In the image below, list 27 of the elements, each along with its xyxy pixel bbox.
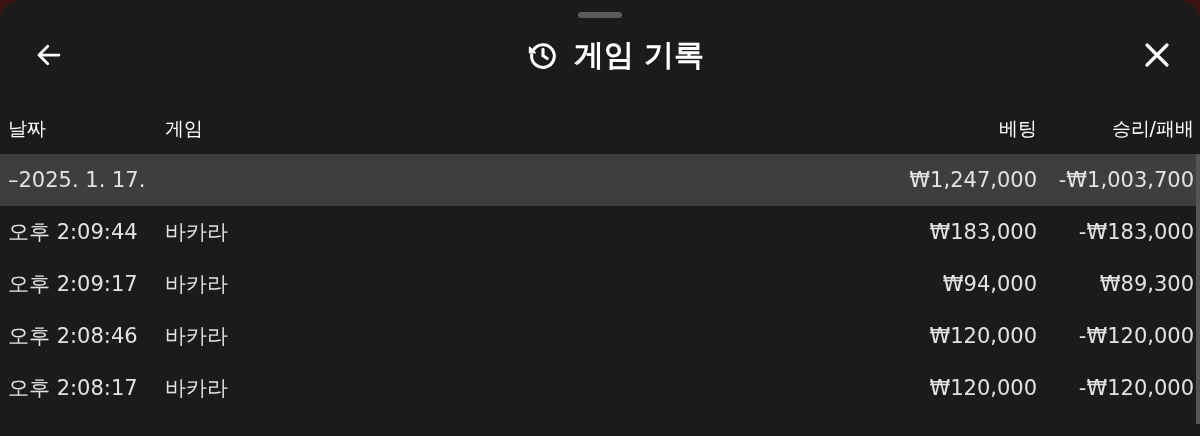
table-cell-text: ₩120,000 [928, 324, 1037, 348]
group-result-total: -₩1,003,700 [1057, 168, 1195, 192]
table-cell-text: 오후 2:08:17 [7, 375, 139, 402]
table-cell-text: -₩120,000 [1077, 376, 1195, 400]
window-title: 게임 기록 [573, 35, 705, 74]
table-cell-text: 오후 2:09:44 [7, 219, 139, 246]
table-cell-text: ₩89,300 [1098, 272, 1195, 296]
table-cell-text: 바카라 [165, 271, 229, 298]
column-header: 베팅 [998, 116, 1037, 141]
table-cell-text: ₩94,000 [941, 272, 1037, 296]
table-cell-text: -₩120,000 [1077, 324, 1195, 348]
group-date: –2025. 1. 17. [7, 168, 147, 192]
scrollbar[interactable] [1196, 154, 1200, 424]
drag-handle[interactable] [578, 12, 622, 18]
column-header: 게임 [165, 116, 204, 141]
table-cell-text: 바카라 [165, 323, 229, 350]
table-cell-text: 바카라 [165, 375, 229, 402]
table-cell-text: ₩183,000 [928, 220, 1037, 244]
table-cell-text: 오후 2:09:17 [7, 271, 139, 298]
table-cell-text: 오후 2:08:46 [7, 323, 139, 350]
table-cell-text: ₩120,000 [928, 376, 1037, 400]
table-cell-text: -₩183,000 [1077, 220, 1195, 244]
group-bet-total: ₩1,247,000 [908, 168, 1037, 192]
column-header: 승리/패배 [1110, 116, 1195, 141]
table-cell-text: 바카라 [165, 219, 229, 246]
date-group-row[interactable]: –2025. 1. 17. ₩1,247,000 -₩1,003,700 [0, 154, 1196, 206]
column-header: 날짜 [7, 116, 47, 141]
